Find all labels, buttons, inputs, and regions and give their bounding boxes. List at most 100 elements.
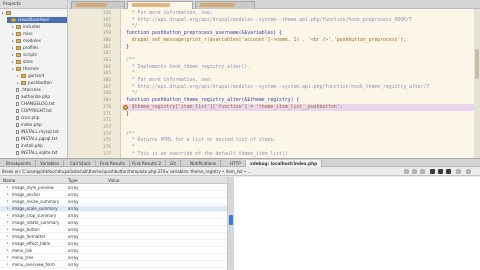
expand-arrow-icon[interactable]: ▸: [7, 206, 9, 212]
tree-folder-item[interactable]: ▸ includes: [12, 24, 67, 30]
variable-row[interactable]: ▸ menu_tree array: [0, 255, 227, 261]
panel-tab[interactable]: Git: [166, 160, 182, 167]
line-gutter[interactable]: [69, 9, 121, 158]
pause-button[interactable]: [446, 169, 451, 174]
tree-folder-item[interactable]: ▸ themes: [12, 66, 67, 72]
code-line[interactable]: * http://api.drupal.org/api/drupal/modul…: [126, 85, 429, 90]
tree-file-item[interactable]: CHANGELOG.txt: [12, 101, 67, 107]
panel-tab[interactable]: Find Results: [96, 160, 131, 167]
variable-row[interactable]: ▸ image_button array: [0, 227, 227, 233]
editor-scrollbar-thumb[interactable]: [475, 49, 479, 79]
variable-row[interactable]: ▸ menu_link array: [0, 248, 227, 254]
step-over-button[interactable]: [412, 169, 417, 174]
tree-file-item[interactable]: .htaccess: [12, 87, 67, 93]
panel-tab[interactable]: Notifications: [186, 160, 222, 167]
folder-icon: [16, 66, 21, 71]
panel-tab[interactable]: HTTP: [226, 160, 246, 167]
code-line[interactable]: *: [126, 145, 135, 150]
variable-row[interactable]: ▸ image_resize_summary array: [0, 199, 227, 205]
tree-folder-item[interactable]: ▸ sites: [12, 59, 67, 65]
code-line[interactable]: /**: [126, 58, 135, 63]
code-editor[interactable]: 356 * For more information, see: 357 * ht…: [69, 0, 480, 158]
step-into-button[interactable]: [404, 169, 409, 174]
tree-folder-item[interactable]: ▸ scripts: [12, 52, 67, 58]
expand-arrow-icon[interactable]: ▸: [7, 192, 9, 198]
variable-row[interactable]: ▸ image_rotate_summary array: [0, 220, 227, 226]
column-header-value[interactable]: Value: [108, 178, 120, 183]
project-tree-header[interactable]: Projects: [0, 0, 67, 9]
tree-file-item[interactable]: index.php: [12, 122, 67, 128]
variable-row[interactable]: ▸ menu_overview_form array: [0, 262, 227, 268]
tree-folder-item[interactable]: ▸ profiles: [12, 45, 67, 51]
code-line[interactable]: * For more information, see:: [126, 78, 213, 83]
expand-arrow-icon[interactable]: ▸: [7, 213, 9, 219]
tree-folder-item[interactable]: ▸: [2, 10, 67, 16]
tree-folder-item[interactable]: ▸ pushbutton: [17, 80, 67, 86]
line-number: 362: [103, 51, 111, 57]
tree-file-item[interactable]: authorize.php: [12, 94, 67, 100]
code-line[interactable]: drupal_set_message(print_r($variables['a…: [126, 38, 406, 43]
options-button[interactable]: [456, 169, 461, 174]
editor-scrollbar[interactable]: [474, 9, 480, 158]
expand-arrow-icon[interactable]: ▸: [7, 255, 9, 261]
panel-tab[interactable]: Variables: [36, 160, 65, 167]
expand-arrow-icon[interactable]: ▸: [7, 262, 9, 268]
code-line[interactable]: * Returns HTML for a list or nested list…: [126, 138, 276, 143]
code-line[interactable]: */: [126, 91, 138, 96]
variable-row[interactable]: ▸ image_anchor array: [0, 192, 227, 198]
tree-file-item[interactable]: cron.php: [12, 115, 67, 121]
tree-file-item[interactable]: COPYRIGHT.txt: [12, 108, 67, 114]
code-line[interactable]: /**: [126, 132, 135, 137]
editor-tab[interactable]: [71, 1, 125, 9]
variable-type: array: [68, 185, 79, 190]
variable-row[interactable]: ▸ image_formatter array: [0, 234, 227, 240]
panel-tab[interactable]: Breakpoints: [2, 160, 36, 167]
panel-tab[interactable]: Call Stack: [66, 160, 96, 167]
tree-file-item[interactable]: INSTALL.mysql.txt: [12, 129, 67, 135]
code-line[interactable]: *: [126, 71, 135, 76]
file-icon: [16, 143, 19, 148]
tree-file-item[interactable]: INSTALL.pgsql.txt: [12, 136, 67, 142]
panel-tab[interactable]: xdebug: localhost/index.php: [246, 160, 323, 167]
splitter-handle[interactable]: [229, 215, 233, 225]
column-header-name[interactable]: Name: [3, 178, 15, 183]
code-line[interactable]: */: [126, 24, 138, 29]
continue-button[interactable]: [430, 169, 435, 174]
expand-arrow-icon[interactable]: ▸: [7, 220, 9, 226]
code-line[interactable]: function pushbutton_theme_registry_alter…: [126, 98, 299, 103]
expand-arrow-icon[interactable]: ▸: [7, 234, 9, 240]
column-header-type[interactable]: Type: [68, 178, 78, 183]
variables-header: Name Type Value: [0, 177, 227, 184]
variable-row[interactable]: ▸ image_scale_summary array: [0, 206, 227, 212]
variable-row[interactable]: ▸ image_style_preview array: [0, 185, 227, 191]
folder-icon: [6, 10, 11, 15]
close-panel-button[interactable]: [466, 169, 471, 174]
tree-folder-item[interactable]: ▸ garland: [17, 73, 67, 79]
variable-name: image_formatter: [12, 234, 46, 239]
code-line[interactable]: }: [126, 45, 129, 50]
variable-row[interactable]: ▸ image_effect_table array: [0, 241, 227, 247]
panel-tab[interactable]: Find Results 2: [128, 160, 167, 167]
code-line[interactable]: $theme_registry['item_list']['function']…: [126, 105, 343, 110]
tree-folder-item[interactable]: ▸ cleanBaseHost: [7, 17, 67, 23]
stop-button[interactable]: [438, 169, 443, 174]
tree-folder-item[interactable]: ▸ modules: [12, 38, 67, 44]
tree-file-item[interactable]: install.php: [12, 143, 67, 149]
code-line[interactable]: function pushbutton_preprocess_username(…: [126, 31, 282, 36]
expand-arrow-icon[interactable]: ▸: [7, 227, 9, 233]
code-line[interactable]: * This is an override of the default the…: [126, 152, 288, 157]
code-line[interactable]: * Implements hook_theme_registry_alter()…: [126, 65, 250, 70]
expand-arrow-icon[interactable]: ▸: [7, 185, 9, 191]
code-line[interactable]: }: [126, 112, 129, 117]
editor-tab[interactable]: [195, 1, 255, 9]
step-out-button[interactable]: [420, 169, 425, 174]
variable-row[interactable]: ▸ image_crop_summary array: [0, 213, 227, 219]
code-line[interactable]: * For more information, see:: [126, 11, 213, 16]
expand-arrow-icon[interactable]: ▸: [7, 199, 9, 205]
tree-file-item[interactable]: INSTALL.sqlite.txt: [12, 150, 67, 156]
tree-folder-item[interactable]: ▸ misc: [12, 31, 67, 37]
expand-arrow-icon[interactable]: ▸: [7, 248, 9, 254]
editor-tab-active[interactable]: [127, 1, 193, 9]
code-line[interactable]: * http://api.drupal.org/api/drupal/modul…: [126, 18, 412, 23]
expand-arrow-icon[interactable]: ▸: [7, 241, 9, 247]
